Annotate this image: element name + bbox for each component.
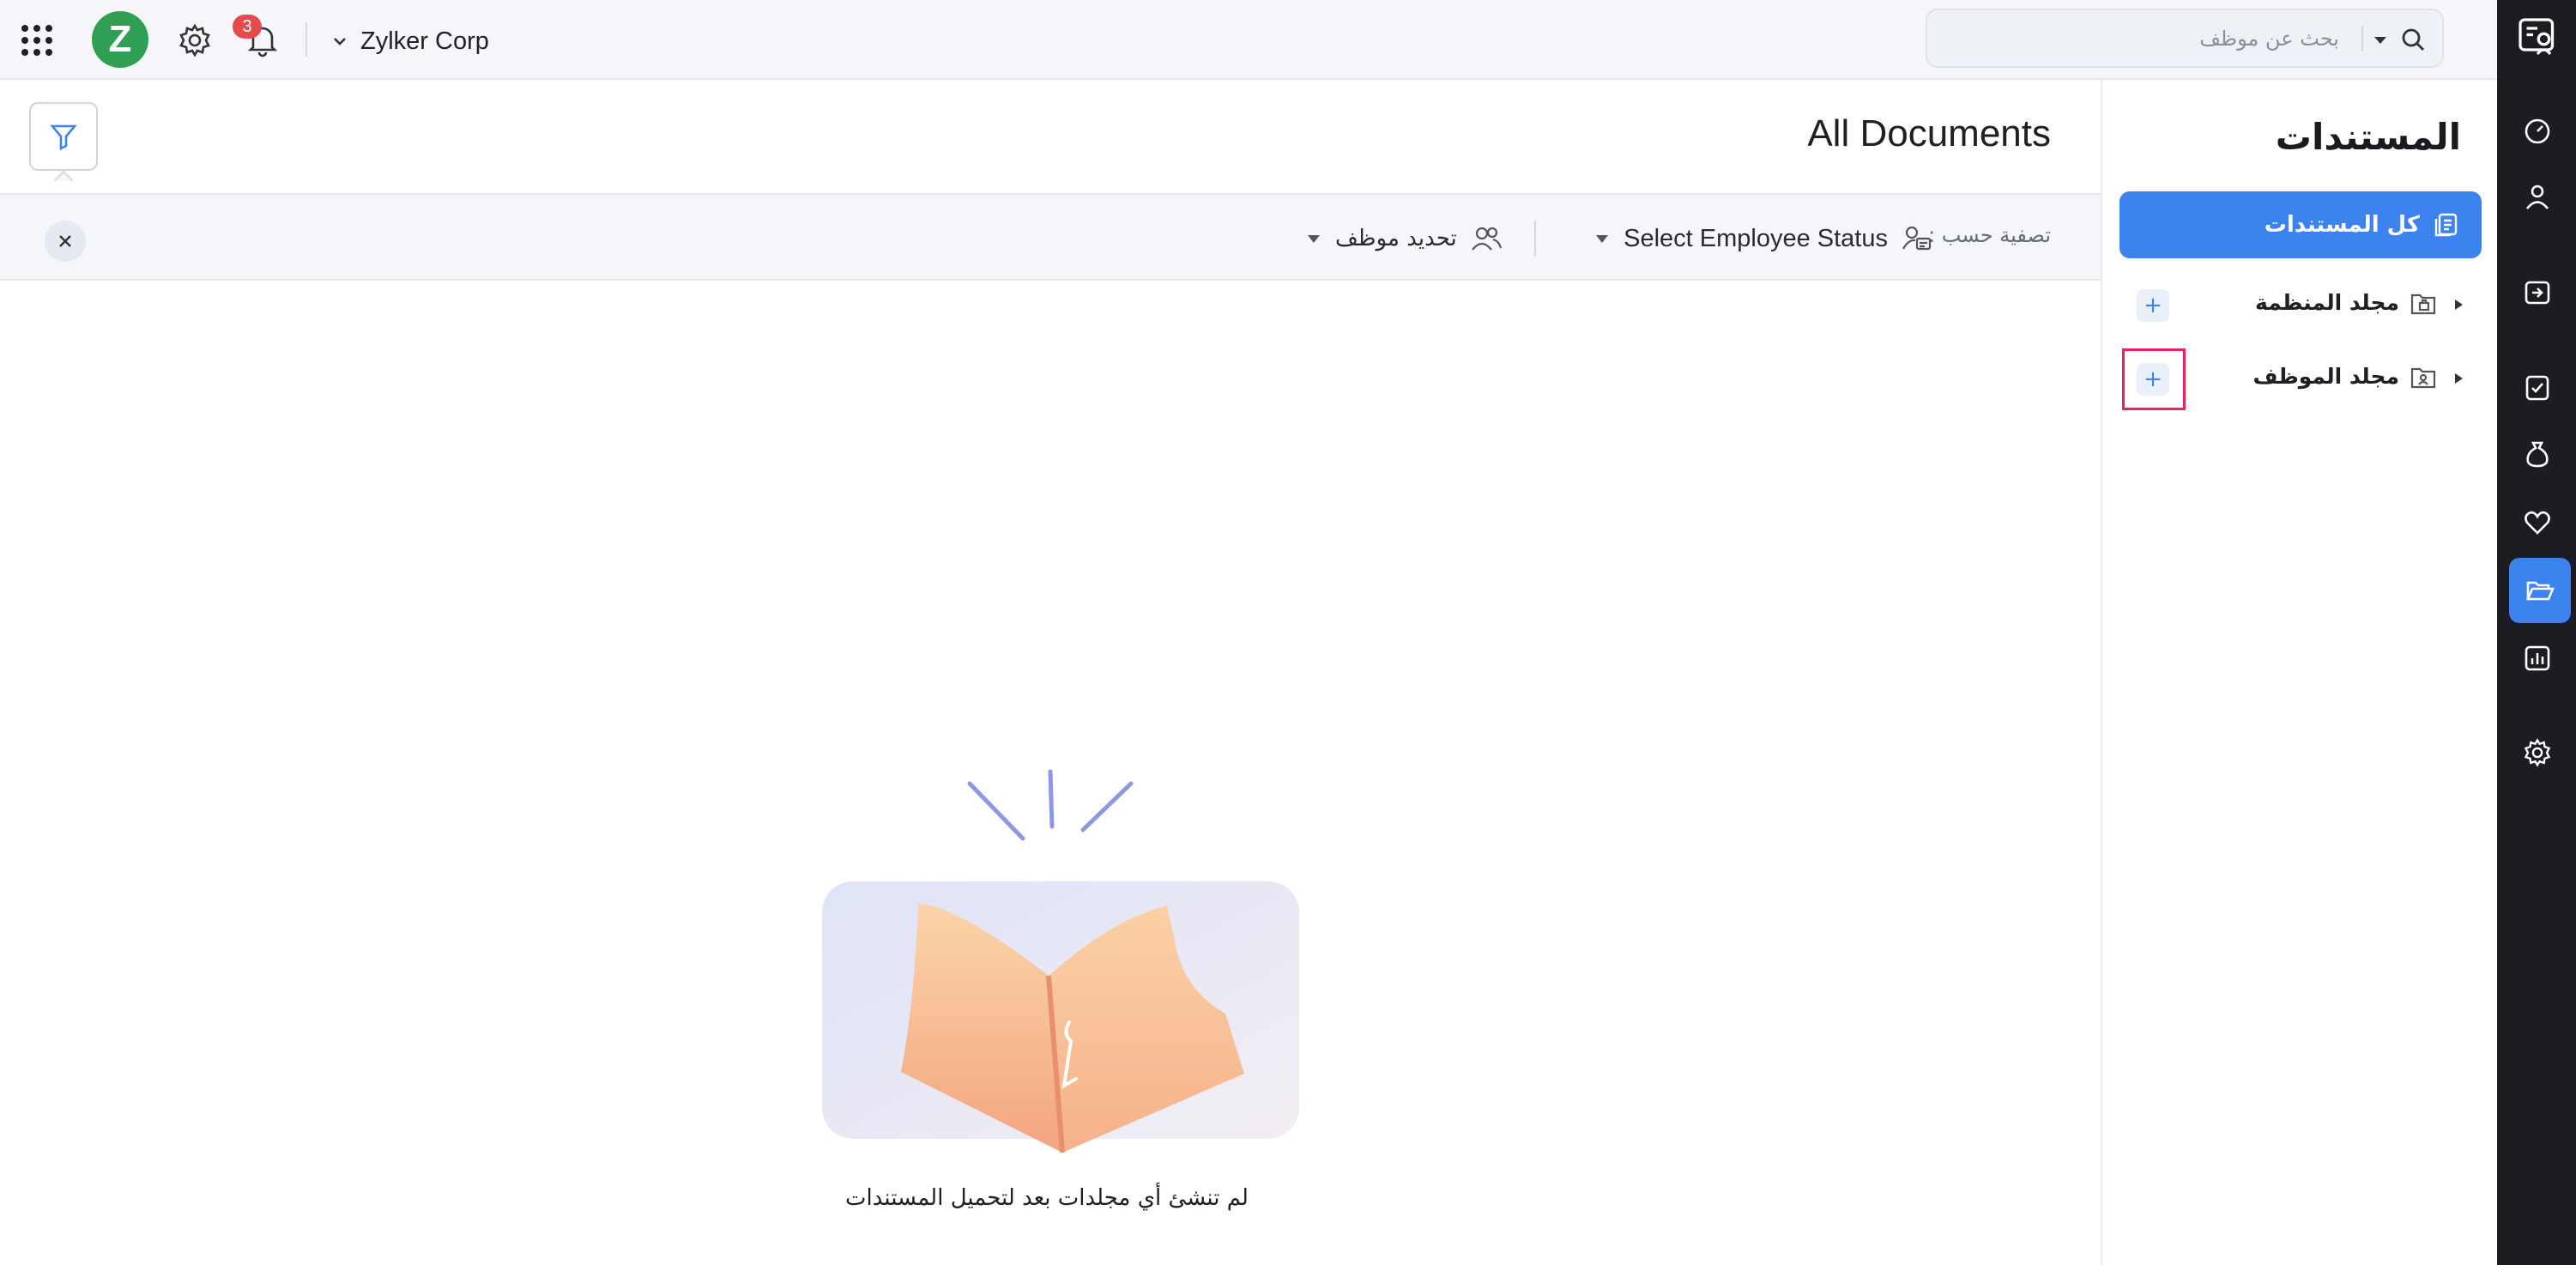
- org-folder-row[interactable]: + مجلد المنظمة: [2119, 279, 2482, 330]
- check-in-icon[interactable]: [2509, 264, 2566, 321]
- search-icon[interactable]: [2399, 26, 2427, 53]
- org-folder-label[interactable]: مجلد المنظمة: [2255, 290, 2399, 315]
- payroll-icon[interactable]: [2509, 426, 2566, 482]
- app-rail: [2497, 0, 2576, 1265]
- employee-search: [1926, 9, 2444, 68]
- notification-badge: 3: [233, 15, 262, 39]
- dropdown-caret-icon: [1596, 235, 1609, 243]
- settings-icon[interactable]: [2509, 724, 2566, 781]
- top-bar: Z 3 Zylker Corp: [0, 0, 2497, 80]
- close-icon: [59, 235, 71, 247]
- empty-folder-illustration: [822, 769, 1299, 1153]
- main-content: All Documents تحديد موظف Select Employee…: [0, 80, 2101, 1265]
- employee-status-label: Select Employee Status: [1624, 224, 1888, 252]
- employee-folder-icon: [2410, 367, 2436, 389]
- chevron-down-icon: [334, 38, 346, 45]
- app-grid-icon[interactable]: [21, 24, 53, 57]
- empty-state-message: لم تنشئ أي مجلدات بعد لتحميل المستندات: [845, 1185, 1249, 1211]
- filter-bar: تحديد موظف Select Employee Status تصفية …: [0, 193, 2101, 281]
- divider: [305, 22, 307, 57]
- search-separator: [2361, 26, 2363, 51]
- users-icon: [1471, 227, 1502, 251]
- expand-caret-icon[interactable]: [2452, 372, 2464, 385]
- profile-icon[interactable]: [2509, 168, 2566, 225]
- org-logo[interactable]: Z: [92, 11, 148, 68]
- logo-letter: Z: [108, 18, 132, 60]
- all-documents-label: كل المستندات: [2264, 212, 2420, 238]
- tasks-icon[interactable]: [2509, 359, 2566, 415]
- settings-gear-icon[interactable]: [178, 23, 212, 58]
- select-employee-dropdown[interactable]: تحديد موظف: [1306, 215, 1502, 262]
- filter-icon: [50, 124, 77, 151]
- filter-by-label: تصفية حسب :: [1928, 223, 2051, 247]
- dashboard-icon[interactable]: [2509, 103, 2566, 160]
- engagement-icon[interactable]: [2509, 494, 2566, 551]
- panel-title: المستندات: [2275, 116, 2461, 158]
- filter-pointer: [54, 171, 73, 181]
- documents-app-icon[interactable]: [2509, 9, 2566, 65]
- clear-filter-button[interactable]: [45, 221, 86, 262]
- org-name: Zylker Corp: [360, 27, 489, 55]
- folder-icon[interactable]: [2509, 558, 2571, 623]
- documents-icon: [2434, 213, 2458, 237]
- documents-nav-panel: المستندات كل المستندات + مجلد المنظمة + …: [2101, 80, 2497, 1265]
- employee-folder-label[interactable]: مجلد الموظف: [2252, 364, 2399, 389]
- select-employee-label: تحديد موظف: [1335, 226, 1457, 251]
- filter-separator: [1534, 221, 1536, 257]
- search-filter-dropdown-icon[interactable]: [2372, 31, 2389, 48]
- org-switcher[interactable]: Zylker Corp: [331, 22, 489, 60]
- reports-icon[interactable]: [2509, 630, 2566, 687]
- highlight-box: [2122, 348, 2186, 410]
- expand-caret-icon[interactable]: [2452, 298, 2464, 312]
- filter-toggle-button[interactable]: [29, 102, 98, 171]
- dropdown-caret-icon: [1308, 235, 1320, 243]
- page-title: All Documents: [1807, 112, 2051, 154]
- org-folder-icon: [2410, 294, 2436, 315]
- employee-status-dropdown[interactable]: Select Employee Status: [1594, 215, 1932, 262]
- search-input[interactable]: [1962, 10, 2339, 66]
- add-org-folder-button[interactable]: +: [2137, 289, 2169, 322]
- all-documents-button[interactable]: كل المستندات: [2119, 191, 2482, 258]
